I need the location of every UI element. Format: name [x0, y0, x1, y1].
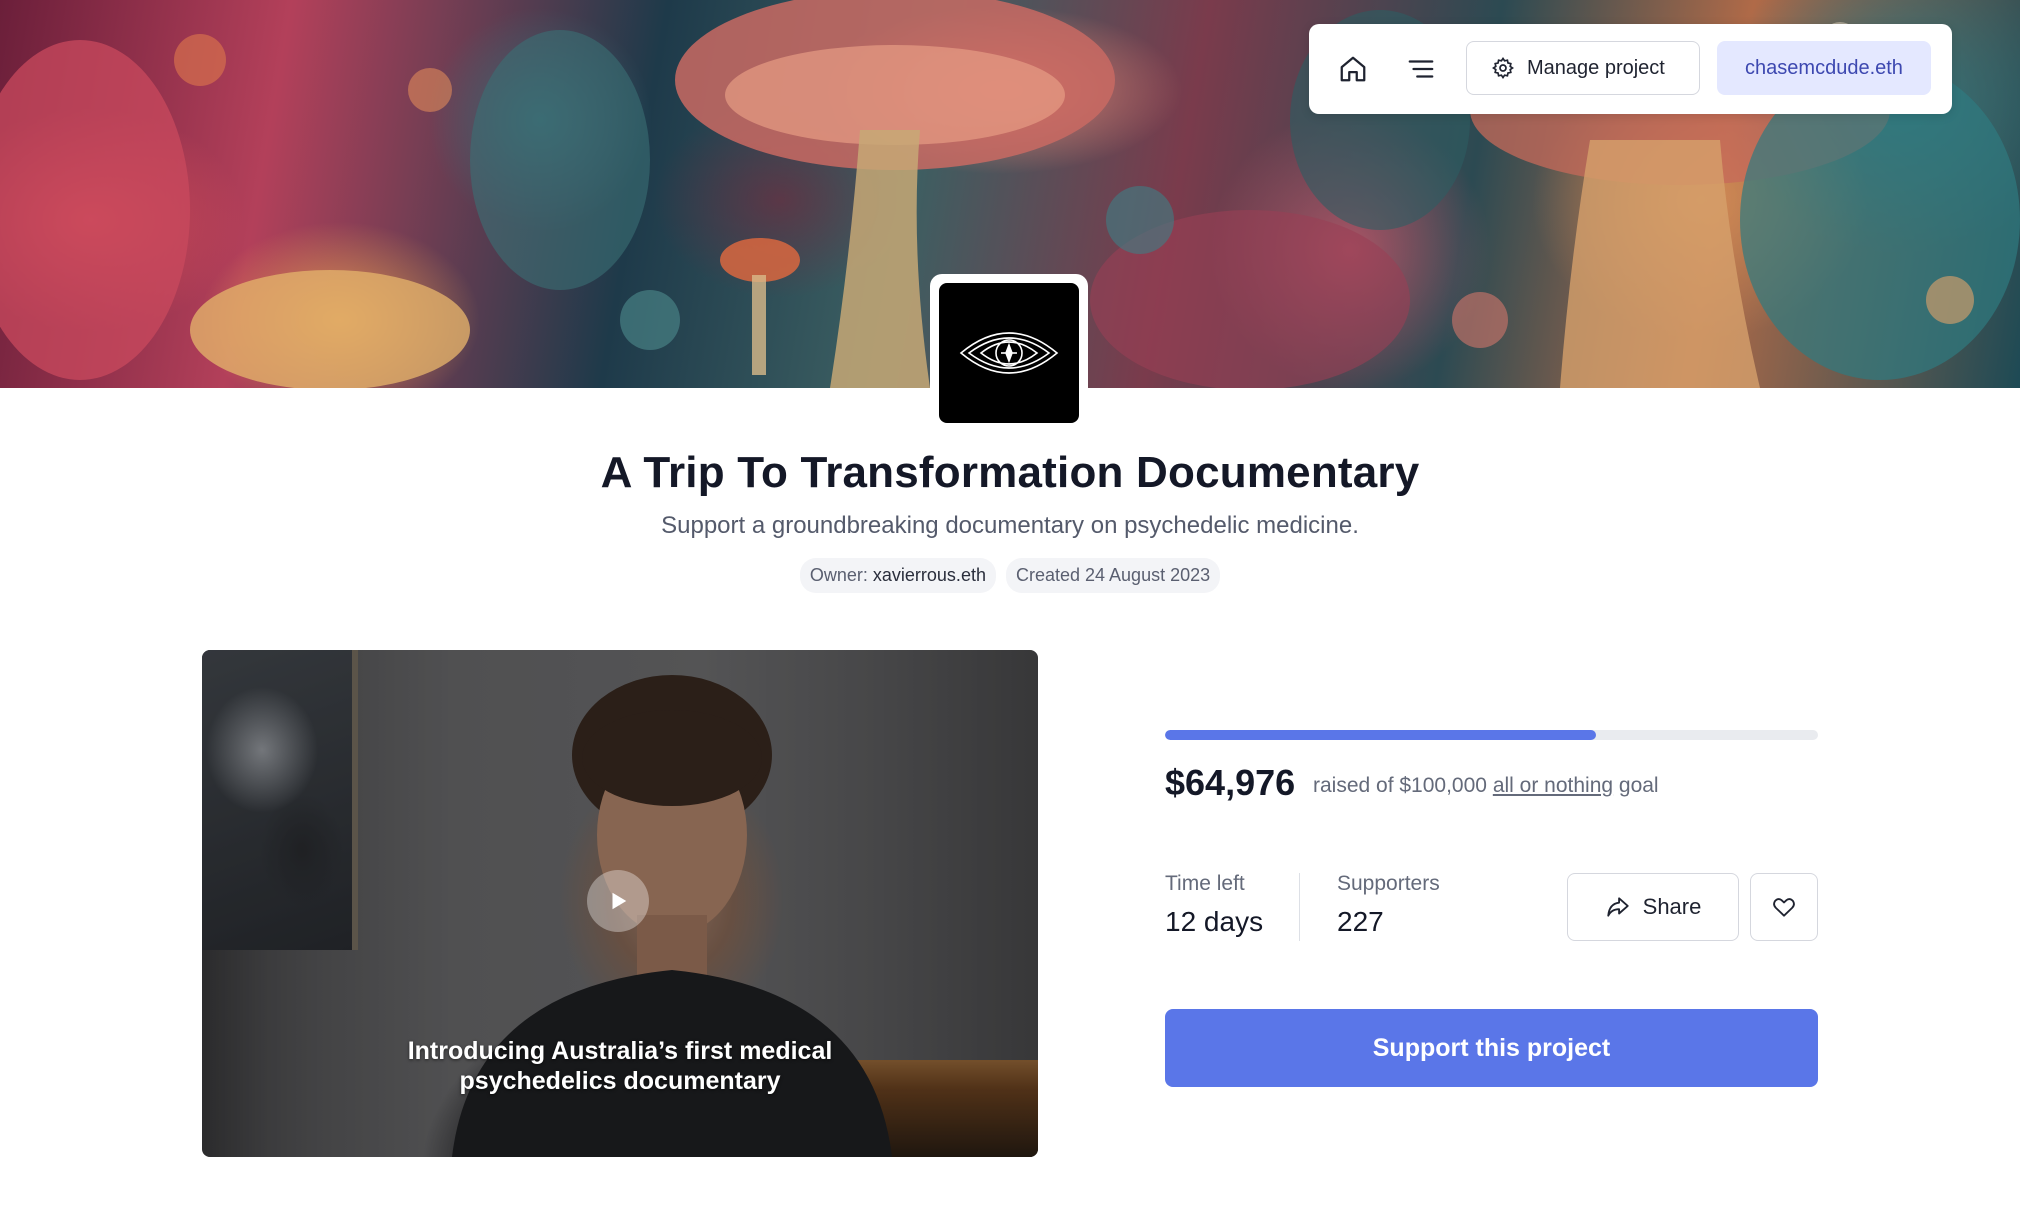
- time-left-label: Time left: [1165, 872, 1245, 895]
- created-chip: Created 24 August 2023: [1005, 558, 1221, 593]
- user-account-button[interactable]: chasemcdude.eth: [1717, 41, 1931, 95]
- home-icon: [1340, 56, 1366, 82]
- owner-chip[interactable]: Owner: xavierrous.eth: [799, 558, 996, 593]
- supporters-label: Supporters: [1337, 872, 1440, 895]
- video-caption-line1: Introducing Australia’s first medical: [407, 1037, 833, 1065]
- stats-divider: [1299, 873, 1300, 941]
- project-meta: Owner: xavierrous.eth Created 24 August …: [0, 558, 2020, 593]
- video-caption: Introducing Australia’s first medical ps…: [202, 1036, 1038, 1096]
- share-icon: [1606, 897, 1629, 917]
- funding-goal-text: raised of $100,000 all or nothing goal: [1313, 774, 1659, 798]
- amount-raised: $64,976: [1165, 762, 1296, 803]
- project-subtitle: Support a groundbreaking documentary on …: [661, 512, 1359, 539]
- project-video[interactable]: Introducing Australia’s first medical ps…: [202, 650, 1038, 1157]
- home-button[interactable]: [1329, 45, 1377, 93]
- project-logo-frame: [930, 274, 1088, 426]
- owner-name: xavierrous.eth: [872, 565, 986, 585]
- manage-project-label: Manage project: [1527, 56, 1665, 79]
- share-button[interactable]: Share: [1567, 873, 1739, 941]
- project-logo: [939, 283, 1079, 423]
- goal-suffix: goal: [1613, 774, 1659, 797]
- funding-progress-bar: [1165, 730, 1818, 740]
- menu-button[interactable]: [1397, 45, 1445, 93]
- menu-icon: [1408, 60, 1434, 78]
- support-project-button[interactable]: Support this project: [1165, 1009, 1818, 1087]
- time-left-value: 12 days: [1165, 906, 1264, 937]
- top-nav: Manage project chasemcdude.eth: [1309, 24, 1952, 114]
- goal-prefix: raised of $100,000: [1313, 774, 1493, 797]
- share-label: Share: [1642, 894, 1702, 919]
- video-caption-line2: psychedelics documentary: [459, 1067, 781, 1095]
- play-icon: [612, 892, 627, 910]
- supporters-value: 227: [1337, 906, 1384, 937]
- play-button[interactable]: [587, 870, 649, 932]
- manage-project-button[interactable]: Manage project: [1466, 41, 1700, 95]
- project-title: A Trip To Transformation Documentary: [600, 448, 1420, 497]
- heart-icon: [1773, 898, 1795, 917]
- all-or-nothing-link[interactable]: all or nothing: [1493, 774, 1613, 797]
- funding-progress-fill: [1165, 730, 1596, 740]
- favorite-button[interactable]: [1750, 873, 1818, 941]
- owner-prefix: Owner:: [809, 565, 873, 585]
- gear-icon: [1492, 57, 1514, 79]
- eye-icon: [959, 332, 1059, 374]
